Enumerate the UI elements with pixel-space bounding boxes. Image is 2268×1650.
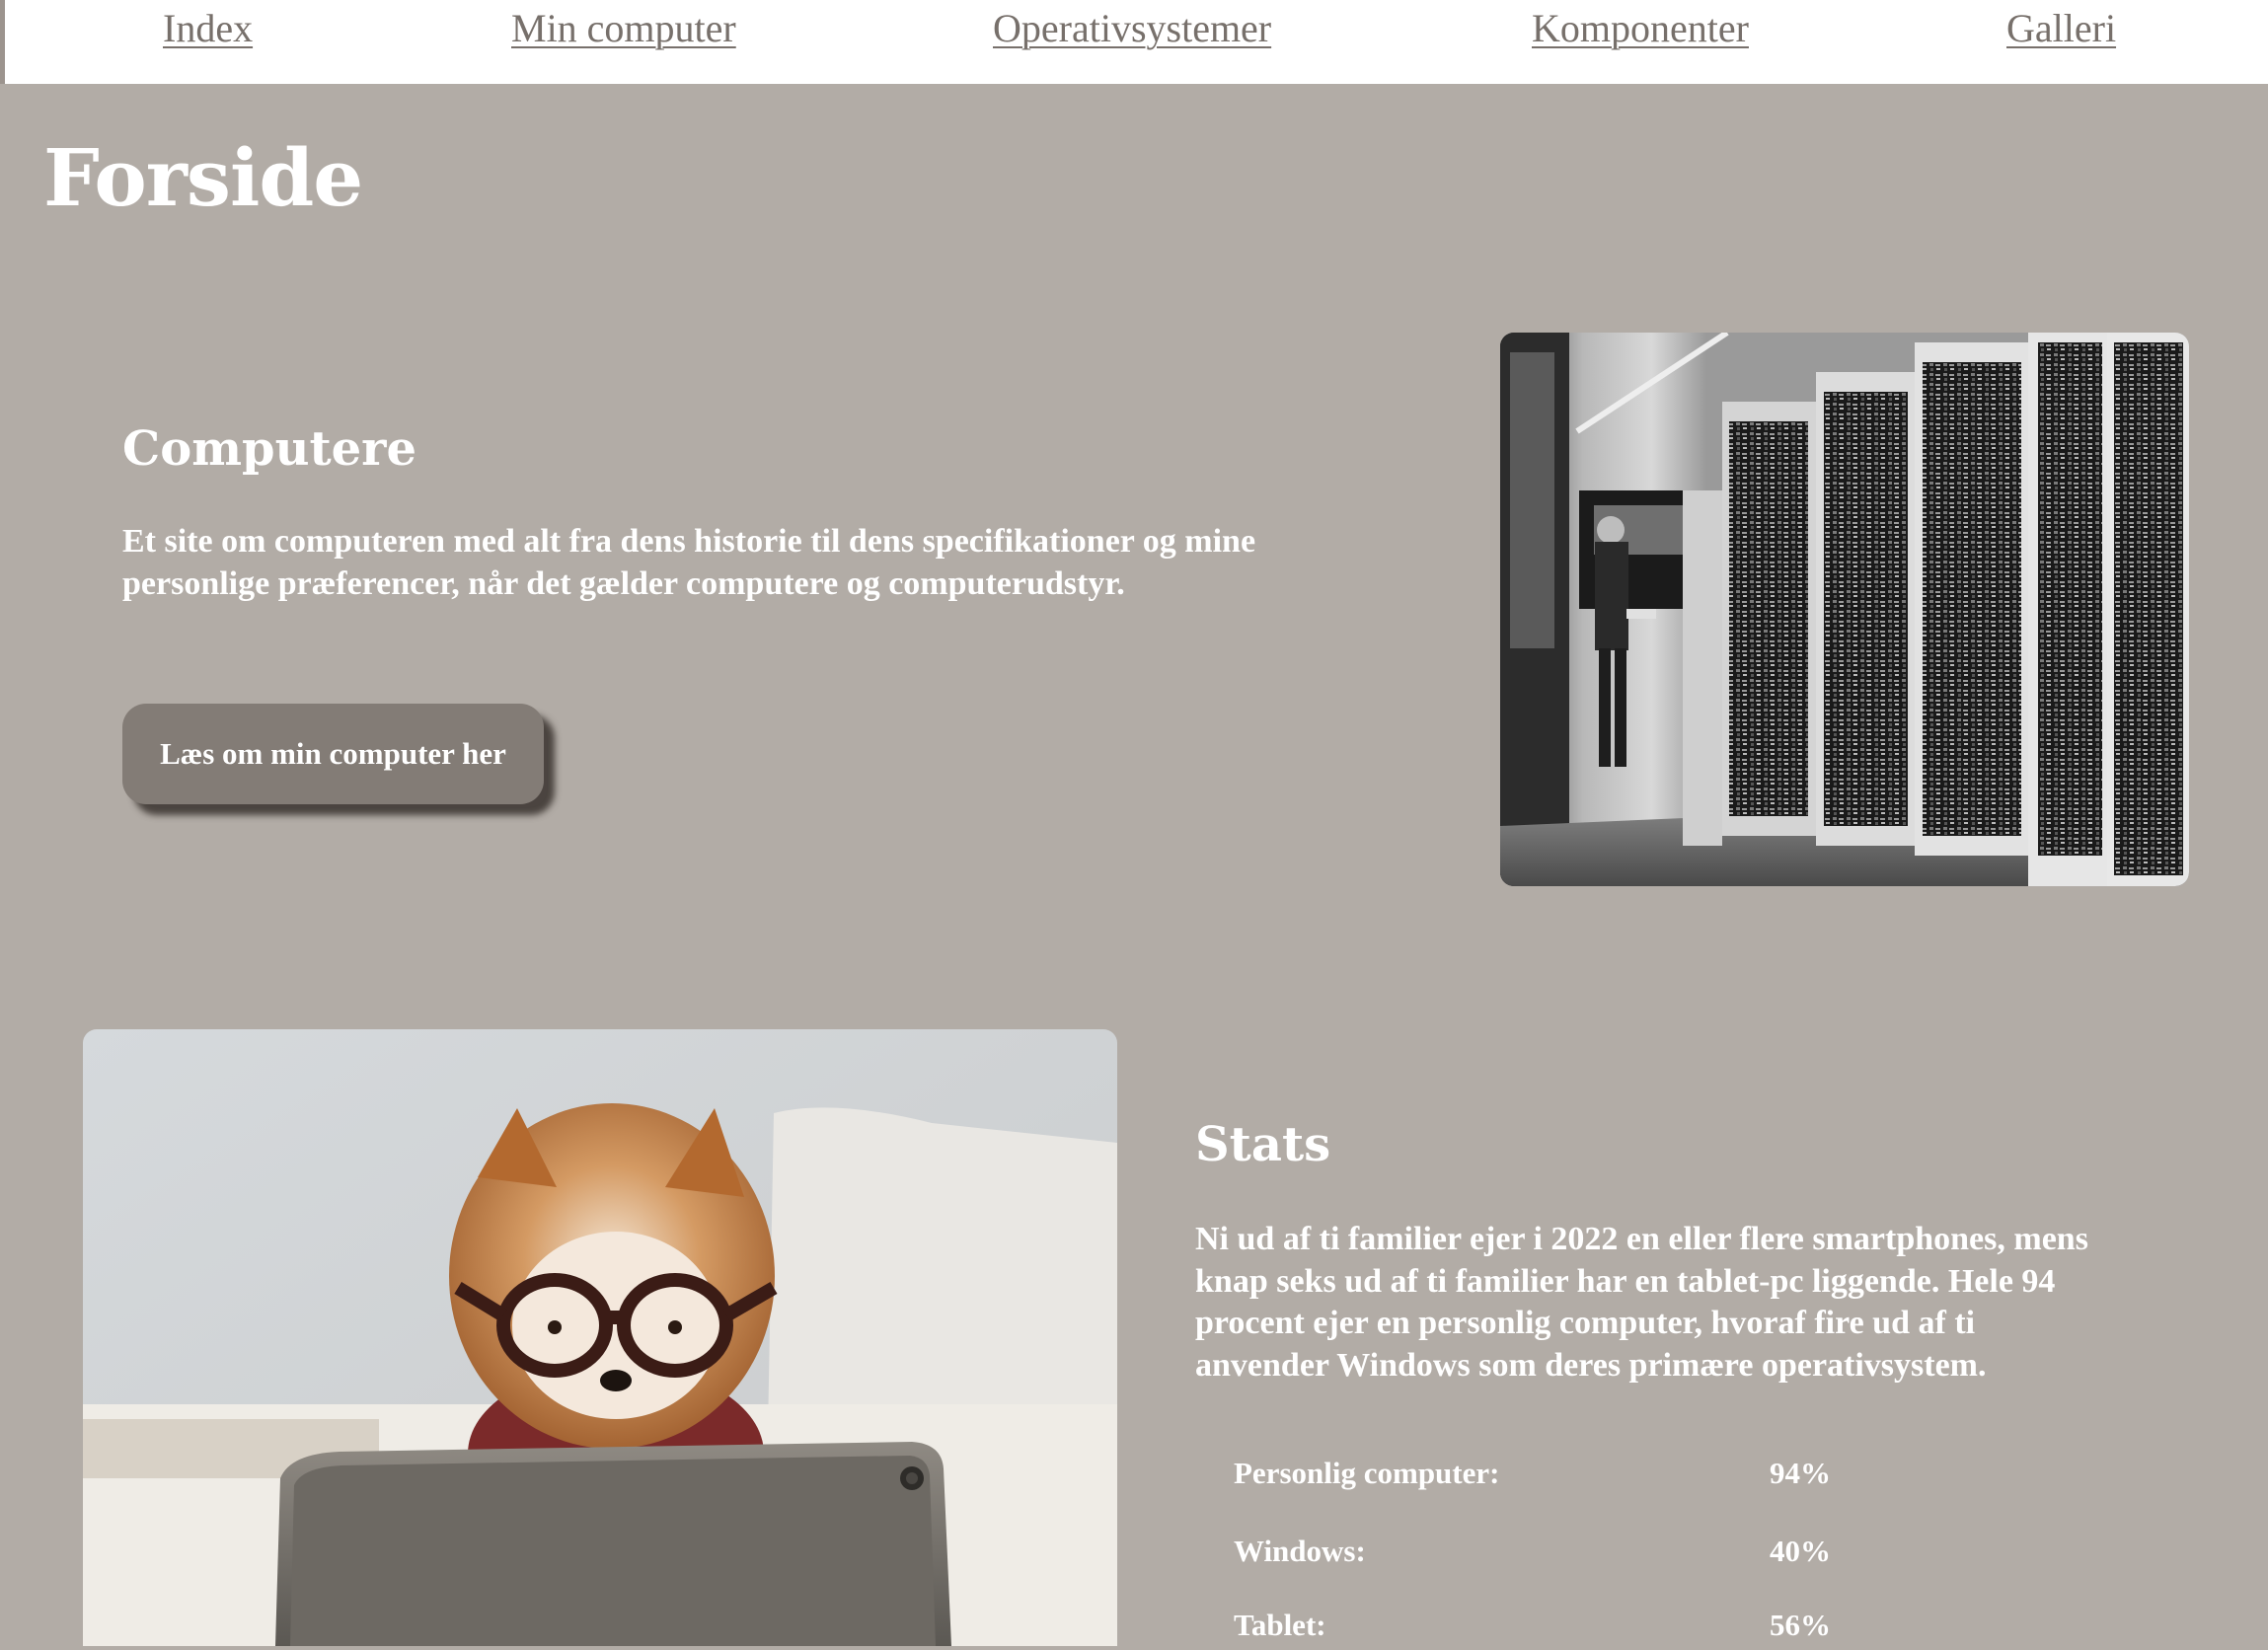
stats-row: Windows: 40% bbox=[1234, 1527, 2023, 1576]
top-navigation: Index Min computer Operativsystemer Komp… bbox=[0, 0, 2268, 84]
stats-row: Personlig computer: 94% bbox=[1234, 1449, 2023, 1498]
dog-photo bbox=[83, 1029, 1117, 1646]
nav-link-operativsystemer[interactable]: Operativsystemer bbox=[993, 4, 1271, 53]
stats-value: 56% bbox=[1770, 1608, 1831, 1642]
vintage-mainframe-photo-icon bbox=[1500, 333, 2189, 886]
page-title: Forside bbox=[43, 131, 363, 224]
stats-text: Ni ud af ti familier ejer i 2022 en elle… bbox=[1195, 1219, 2241, 1387]
stats-label: Tablet: bbox=[1234, 1608, 1326, 1642]
intro-text-line: Et site om computeren med alt fra dens h… bbox=[122, 523, 1256, 560]
stats-text-line: knap seks ud af ti familier har en table… bbox=[1195, 1262, 2056, 1300]
intro-heading: Computere bbox=[122, 421, 417, 477]
nav-link-index[interactable]: Index bbox=[163, 4, 253, 53]
stats-text-line: anvender Windows som deres primære opera… bbox=[1195, 1346, 1987, 1384]
stats-value: 40% bbox=[1770, 1534, 1831, 1568]
stats-label: Windows: bbox=[1234, 1534, 1366, 1568]
mainframe-photo bbox=[1500, 333, 2189, 886]
read-more-button[interactable]: Læs om min computer her bbox=[122, 704, 544, 804]
nav-link-komponenter[interactable]: Komponenter bbox=[1532, 4, 1749, 53]
stats-row: Tablet: 56% bbox=[1234, 1601, 2023, 1650]
stats-text-line: procent ejer en personlig computer, hvor… bbox=[1195, 1305, 1976, 1341]
intro-text-line: personlige præferencer, når det gælder c… bbox=[122, 564, 1125, 602]
nav-link-min-computer[interactable]: Min computer bbox=[511, 4, 736, 53]
stats-value: 94% bbox=[1770, 1456, 1831, 1490]
dog-with-glasses-photo-icon bbox=[83, 1029, 1117, 1646]
nav-link-galleri[interactable]: Galleri bbox=[2006, 4, 2116, 53]
stats-text-line: Ni ud af ti familier ejer i 2022 en elle… bbox=[1195, 1221, 2088, 1257]
stats-label: Personlig computer: bbox=[1234, 1456, 1500, 1490]
intro-text: Et site om computeren med alt fra dens h… bbox=[122, 521, 1405, 605]
stats-heading: Stats bbox=[1195, 1117, 1331, 1172]
